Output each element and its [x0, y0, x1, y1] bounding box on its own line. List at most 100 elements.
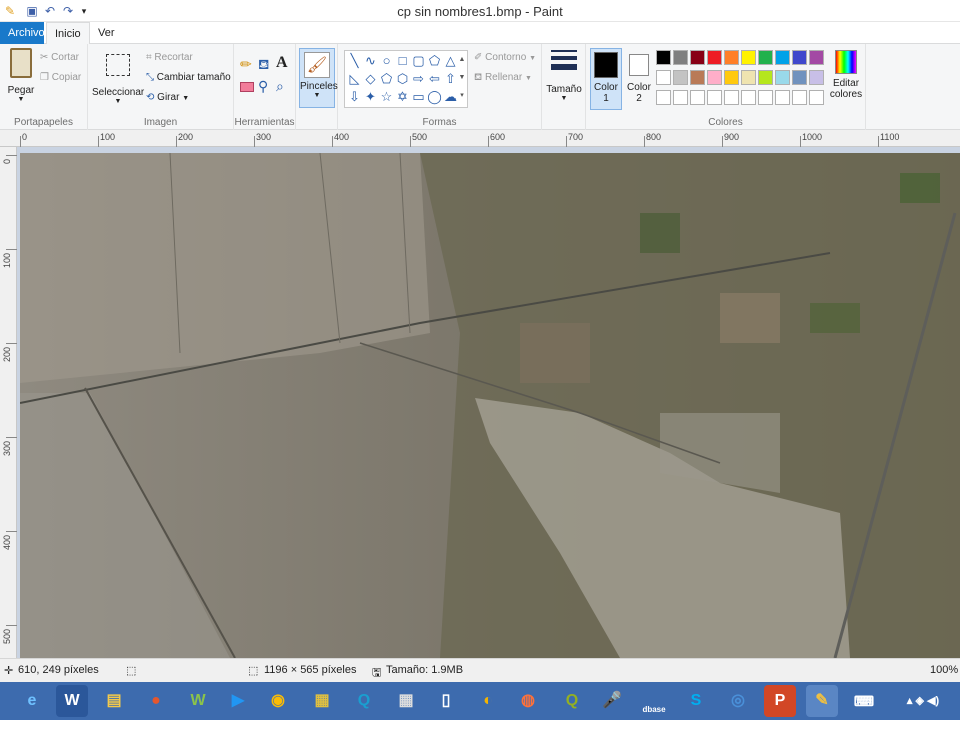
app-icon-green-w[interactable]: W — [182, 685, 214, 717]
calculator-icon[interactable]: ▦ — [390, 685, 422, 717]
tab-inicio[interactable]: Inicio — [46, 22, 90, 45]
select-button[interactable]: Seleccionar ▼ — [92, 50, 144, 105]
palette-swatch[interactable] — [673, 50, 688, 65]
qgis-icon[interactable]: Q — [556, 685, 588, 717]
edit-colors-button[interactable]: Editar colores — [828, 48, 864, 100]
curve-shape-icon[interactable]: ∿ — [363, 53, 378, 68]
pentagon-shape-icon[interactable]: ⬠ — [379, 71, 394, 86]
rotate-button[interactable]: ⟲ Girar ▼ — [146, 92, 189, 103]
app-icon-yellow[interactable]: ◐ — [472, 685, 504, 717]
firefox-icon[interactable]: ◍ — [512, 685, 544, 717]
canvas-area[interactable] — [17, 147, 960, 658]
palette-swatch[interactable] — [707, 90, 722, 105]
palette-swatch[interactable] — [673, 70, 688, 85]
palette-swatch[interactable] — [775, 50, 790, 65]
powerpoint-icon[interactable]: P — [764, 685, 796, 717]
fill-tool[interactable]: ⛾ — [258, 56, 269, 75]
palette-swatch[interactable] — [792, 70, 807, 85]
arrow-up-shape-icon[interactable]: ⇧ — [443, 71, 458, 86]
map-field — [520, 323, 590, 383]
color1-button[interactable]: Color 1 — [590, 48, 622, 110]
dbase-icon[interactable]: dbase — [638, 685, 670, 717]
cut-button[interactable]: ✂ Cortar — [40, 52, 79, 63]
crop-button[interactable]: ⌗ Recortar — [146, 52, 193, 63]
line-shape-icon[interactable]: ╲ — [347, 53, 362, 68]
microphone-icon[interactable]: 🎤 — [596, 685, 628, 717]
palette-swatch[interactable] — [690, 50, 705, 65]
palette-swatch[interactable] — [758, 50, 773, 65]
palette-swatch[interactable] — [775, 90, 790, 105]
rectangle-shape-icon[interactable]: □ — [395, 53, 410, 68]
star4-shape-icon[interactable]: ✦ — [363, 89, 378, 104]
internet-explorer-icon[interactable]: e — [16, 685, 48, 717]
oval-shape-icon[interactable]: ○ — [379, 53, 394, 68]
triangle-shape-icon[interactable]: △ — [443, 53, 458, 68]
brushes-button[interactable]: 🖌 Pinceles ▼ — [299, 48, 338, 108]
shapes-scroll[interactable]: ▲ ▼ ▾ — [457, 51, 467, 107]
palette-swatch[interactable] — [724, 70, 739, 85]
keyboard-icon[interactable]: ⌨ — [848, 685, 880, 717]
palette-swatch[interactable] — [690, 90, 705, 105]
diamond-shape-icon[interactable]: ◇ — [363, 71, 378, 86]
word-icon[interactable]: W — [56, 685, 88, 717]
star5-shape-icon[interactable]: ☆ — [379, 89, 394, 104]
google-earth-icon[interactable]: ◎ — [722, 685, 754, 717]
palette-swatch[interactable] — [792, 50, 807, 65]
app-icon-orange[interactable]: ● — [140, 685, 172, 717]
eraser-tool[interactable] — [240, 82, 254, 92]
callout-oval-shape-icon[interactable]: ◯ — [427, 89, 442, 104]
outline-button[interactable]: ✐ Contorno ▼ — [474, 52, 536, 63]
app-icon-q[interactable]: Q — [348, 685, 380, 717]
palette-swatch[interactable] — [656, 90, 671, 105]
palette-swatch[interactable] — [741, 70, 756, 85]
palette-swatch[interactable] — [809, 70, 824, 85]
star6-shape-icon[interactable]: ✡ — [395, 89, 410, 104]
paste-button[interactable]: Pegar ▼ — [4, 48, 38, 103]
palette-swatch[interactable] — [690, 70, 705, 85]
media-player-icon[interactable]: ▶ — [222, 685, 254, 717]
palette-swatch[interactable] — [775, 70, 790, 85]
palette-swatch[interactable] — [656, 50, 671, 65]
palette-swatch[interactable] — [707, 70, 722, 85]
app-icon-blocks[interactable]: ▦ — [306, 685, 338, 717]
copy-button[interactable]: ❐ Copiar — [40, 72, 81, 83]
palette-swatch[interactable] — [792, 90, 807, 105]
skype-icon[interactable]: S — [680, 685, 712, 717]
hexagon-shape-icon[interactable]: ⬡ — [395, 71, 410, 86]
callout-rect-shape-icon[interactable]: ▭ — [411, 89, 426, 104]
fill-button[interactable]: ⛾ Rellenar ▼ — [474, 72, 532, 85]
palette-swatch[interactable] — [707, 50, 722, 65]
palette-swatch[interactable] — [809, 90, 824, 105]
size-button[interactable]: Tamaño ▼ — [546, 50, 582, 102]
palette-swatch[interactable] — [741, 50, 756, 65]
palette-swatch[interactable] — [741, 90, 756, 105]
pencil-tool[interactable]: ✏ — [240, 56, 252, 73]
file-explorer-icon[interactable]: ▤ — [98, 685, 130, 717]
rounded-rect-shape-icon[interactable]: ▢ — [411, 53, 426, 68]
tab-archivo[interactable]: Archivo — [0, 22, 45, 44]
arrow-left-shape-icon[interactable]: ⇦ — [427, 71, 442, 86]
document-icon[interactable]: ▯ — [430, 685, 462, 717]
arrow-down-shape-icon[interactable]: ⇩ — [347, 89, 362, 104]
tray-icons[interactable]: ▴ ◈ ◀) — [890, 685, 956, 717]
magnifier-tool[interactable]: ⌕ — [276, 78, 284, 95]
palette-swatch[interactable] — [724, 90, 739, 105]
palette-swatch[interactable] — [809, 50, 824, 65]
polygon-shape-icon[interactable]: ⬠ — [427, 53, 442, 68]
callout-cloud-shape-icon[interactable]: ☁ — [443, 89, 458, 104]
paint-taskbar-icon[interactable]: ✎ — [806, 685, 838, 717]
palette-swatch[interactable] — [758, 90, 773, 105]
palette-swatch[interactable] — [724, 50, 739, 65]
arrow-right-shape-icon[interactable]: ⇨ — [411, 71, 426, 86]
chrome-icon[interactable]: ◉ — [262, 685, 294, 717]
color2-button[interactable]: Color 2 — [624, 48, 654, 110]
palette-swatch[interactable] — [758, 70, 773, 85]
right-triangle-shape-icon[interactable]: ◺ — [347, 71, 362, 86]
resize-button[interactable]: ⤡ Cambiar tamaño — [146, 72, 231, 83]
palette-swatch[interactable] — [673, 90, 688, 105]
tab-ver[interactable]: Ver — [90, 22, 123, 44]
aerial-map-image[interactable] — [20, 153, 960, 658]
text-tool[interactable]: A — [276, 54, 288, 72]
color-picker-tool[interactable]: ⚲ — [258, 78, 268, 95]
palette-swatch[interactable] — [656, 70, 671, 85]
